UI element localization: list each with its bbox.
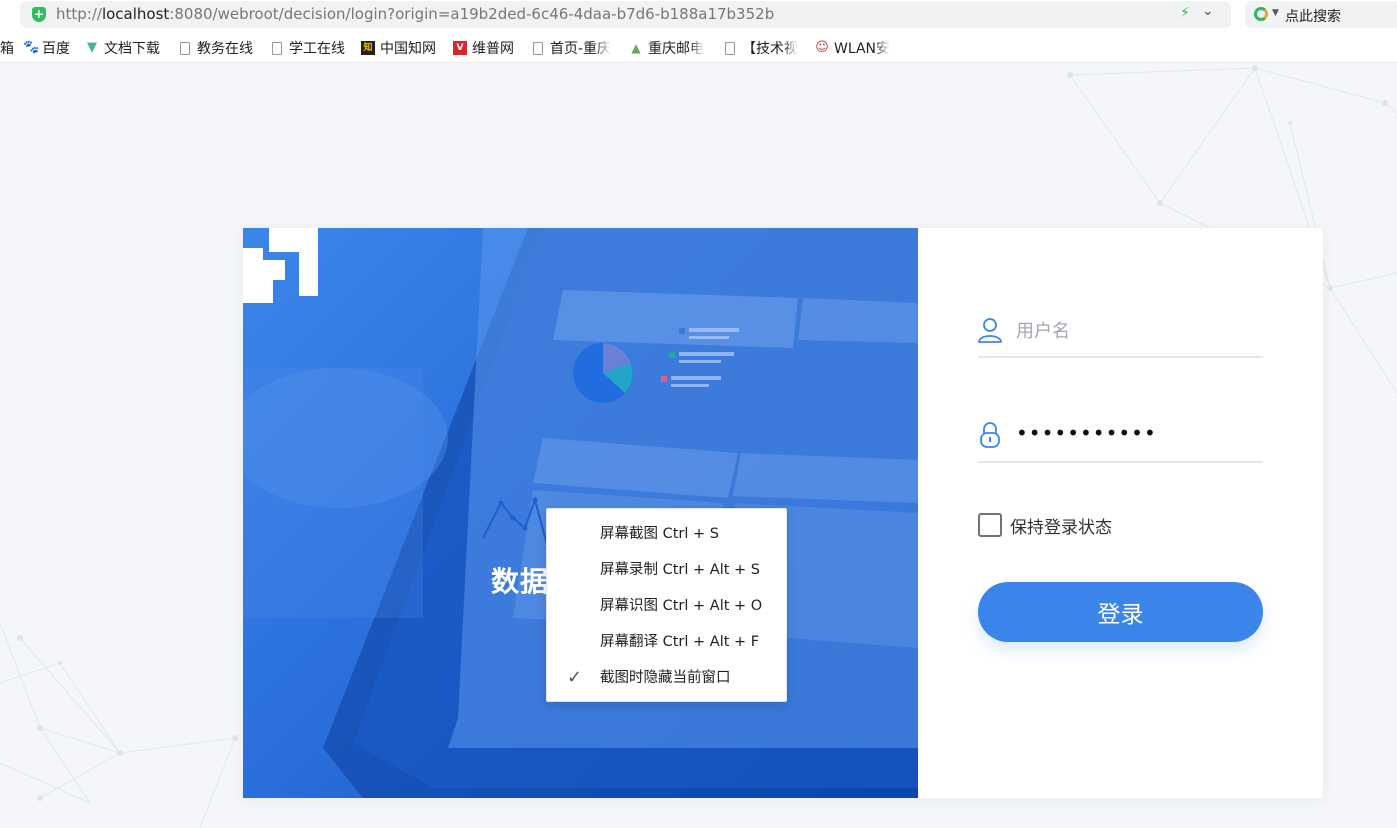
url-host: localhost — [101, 5, 170, 23]
menu-item-screenshot[interactable]: 屏幕截图 Ctrl + S — [547, 516, 786, 552]
url-path: :8080/webroot/decision/login?origin=a19b… — [169, 5, 775, 23]
menu-item-label: 屏幕识图 Ctrl + Alt + O — [600, 598, 763, 614]
cnki-icon: 知 — [361, 41, 375, 55]
bookmark-item[interactable]: 知 中国知网 — [361, 38, 436, 58]
caret-down-icon[interactable]: ▼ — [1272, 8, 1279, 18]
search-engine-icon — [1254, 7, 1268, 21]
bookmark-label: 箱 — [0, 41, 14, 57]
fanruan-logo-icon — [243, 228, 318, 303]
menu-item-label: 屏幕截图 Ctrl + S — [600, 526, 719, 542]
secure-shield-icon: + — [32, 7, 46, 22]
bookmark-label: 百度 — [42, 41, 70, 57]
document-icon — [725, 41, 735, 55]
bookmark-label: 重庆邮电 — [648, 41, 704, 57]
vip-icon: V — [453, 41, 467, 55]
bookmark-item[interactable]: 🐾 百度 — [23, 38, 70, 58]
bookmark-item[interactable]: 【技术视 — [723, 38, 805, 58]
bookmark-item[interactable]: ▲ 重庆邮电 — [629, 38, 711, 58]
menu-item-label: 截图时隐藏当前窗口 — [600, 670, 731, 686]
bookmark-label: 【技术视 — [742, 41, 798, 57]
keep-login-checkbox[interactable] — [978, 513, 1002, 537]
bookmark-label: 首页-重庆 — [550, 41, 612, 57]
menu-item-hide-window[interactable]: ✓ 截图时隐藏当前窗口 — [547, 660, 786, 696]
bookmark-item[interactable]: ▼ 文档下载 — [85, 38, 160, 58]
document-icon — [533, 41, 543, 55]
bookmark-label: 维普网 — [472, 41, 514, 57]
bookmark-label: 中国知网 — [380, 41, 436, 57]
document-icon — [180, 41, 190, 55]
username-input[interactable] — [1016, 318, 1256, 344]
url-box[interactable]: + http://localhost:8080/webroot/decision… — [20, 1, 1231, 28]
menu-item-screen-record[interactable]: 屏幕录制 Ctrl + Alt + S — [547, 552, 786, 588]
bookmark-item[interactable]: 箱 — [0, 38, 14, 58]
url-prefix: http:// — [56, 5, 102, 23]
menu-item-label: 屏幕翻译 Ctrl + Alt + F — [600, 634, 760, 650]
search-box[interactable]: ▼ 点此搜索 — [1245, 1, 1397, 28]
screenshot-context-menu: 屏幕截图 Ctrl + S 屏幕录制 Ctrl + Alt + S 屏幕识图 C… — [546, 508, 787, 702]
keep-login-option[interactable]: 保持登录状态 — [978, 513, 1112, 538]
bookmarks-bar: 箱 🐾 百度 ▼ 文档下载 教务在线 学工在线 知 中国知网 V 维普网 首页-… — [0, 32, 1397, 63]
address-bar: + http://localhost:8080/webroot/decision… — [0, 0, 1397, 32]
triangle-icon: ▲ — [631, 41, 641, 55]
login-button[interactable]: 登录 — [978, 582, 1263, 642]
menu-item-label: 屏幕录制 Ctrl + Alt + S — [600, 562, 760, 578]
paw-icon: 🐾 — [23, 40, 40, 55]
menu-item-screen-recognize[interactable]: 屏幕识图 Ctrl + Alt + O — [547, 588, 786, 624]
checkmark-icon: ✓ — [567, 667, 583, 688]
bookmark-label: WLAN安 — [834, 41, 891, 57]
username-field — [978, 310, 1263, 358]
bookmark-item[interactable]: 首页-重庆 — [531, 38, 617, 58]
url-text[interactable]: http://localhost:8080/webroot/decision/l… — [56, 5, 774, 23]
vue-icon: ▼ — [87, 40, 97, 55]
lock-icon — [980, 422, 1000, 448]
bookmark-item[interactable]: ☺ WLAN安 — [815, 38, 895, 58]
search-input[interactable]: 点此搜索 — [1285, 6, 1341, 26]
bookmark-label: 文档下载 — [104, 41, 160, 57]
password-field: ••••••••••• — [978, 415, 1263, 463]
user-icon — [978, 318, 1002, 343]
menu-item-screen-translate[interactable]: 屏幕翻译 Ctrl + Alt + F — [547, 624, 786, 660]
bookmark-label: 教务在线 — [197, 41, 253, 57]
lightning-icon[interactable]: ⚡ — [1180, 5, 1190, 21]
chevron-down-icon[interactable]: ⌄ — [1202, 3, 1214, 19]
password-input[interactable]: ••••••••••• — [1016, 421, 1256, 447]
login-form: ••••••••••• 保持登录状态 登录 — [918, 228, 1323, 798]
person-icon: ☺ — [815, 40, 829, 55]
document-icon — [272, 41, 282, 55]
bookmark-item[interactable]: 教务在线 — [178, 38, 253, 58]
bookmark-label: 学工在线 — [289, 41, 345, 57]
keep-login-label: 保持登录状态 — [1010, 517, 1112, 538]
bookmark-item[interactable]: V 维普网 — [453, 38, 514, 58]
bookmark-item[interactable]: 学工在线 — [270, 38, 345, 58]
